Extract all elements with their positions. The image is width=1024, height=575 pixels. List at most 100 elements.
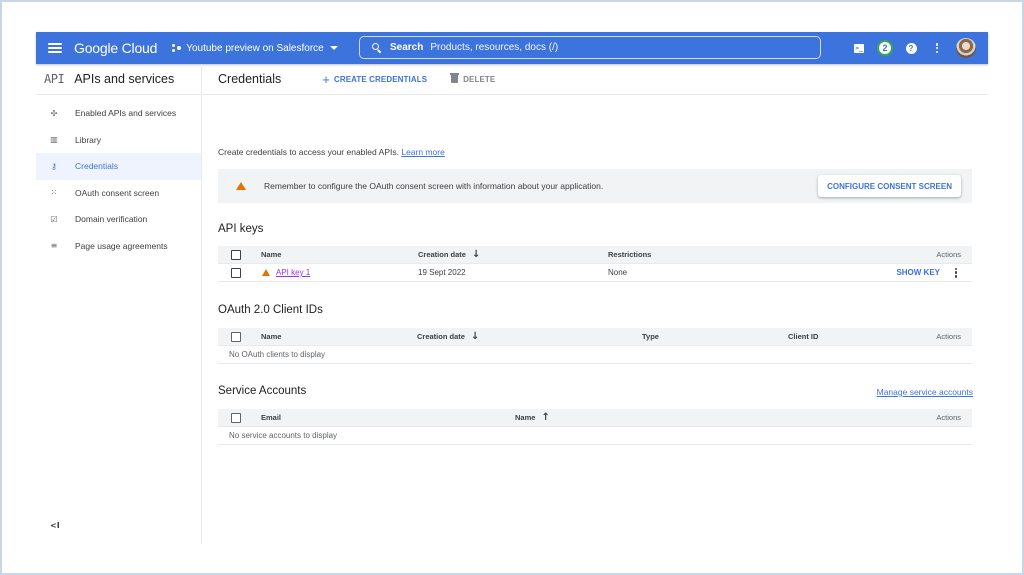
sidebar-item-label: Credentials — [75, 161, 118, 172]
sort-down-icon[interactable]: ↓ — [471, 331, 479, 342]
main-content: Credentials + CREATE CREDENTIALS DELETE … — [203, 64, 988, 544]
column-actions: Actions — [936, 413, 961, 422]
help-button[interactable]: ? — [902, 39, 920, 57]
key-icon: ⚷ — [51, 161, 57, 171]
collapse-sidebar-button[interactable]: <I — [50, 521, 60, 530]
column-actions: Actions — [936, 250, 961, 259]
learn-more-link[interactable]: Learn more — [401, 147, 444, 157]
delete-button[interactable]: DELETE — [450, 73, 496, 84]
library-icon: ▥ — [50, 135, 58, 145]
column-label: Creation date — [418, 250, 466, 259]
sidebar-item-enabled-apis[interactable]: ✣ Enabled APIs and services — [36, 100, 201, 127]
create-credentials-button[interactable]: + CREATE CREDENTIALS — [322, 73, 427, 86]
empty-message: No OAuth clients to display — [229, 350, 326, 359]
sidebar-item-library[interactable]: ▥ Library — [36, 127, 201, 154]
column-restrictions: Restrictions — [608, 250, 652, 259]
more-vert-icon[interactable] — [954, 267, 957, 278]
column-email[interactable]: Email — [261, 413, 281, 422]
column-actions: Actions — [936, 332, 961, 341]
sidebar-item-credentials[interactable]: ⚷ Credentials — [36, 153, 201, 180]
configure-consent-screen-button[interactable]: CONFIGURE CONSENT SCREEN — [818, 175, 961, 197]
sidebar-item-label: Library — [75, 134, 101, 145]
cloud-shell-button[interactable]: >_ — [850, 39, 868, 57]
sort-up-icon[interactable]: ↑ — [541, 412, 549, 423]
api-icon: API — [44, 72, 65, 86]
column-type: Type — [642, 332, 659, 341]
project-name: Youtube preview on Salesforce — [186, 42, 324, 54]
select-all-checkbox[interactable] — [231, 249, 241, 260]
column-client-id: Client ID — [788, 332, 819, 341]
column-creation-date[interactable]: Creation date ↓ — [418, 249, 480, 260]
app-window: Google Cloud Youtube preview on Salesfor… — [36, 32, 988, 544]
empty-row: No service accounts to display — [218, 427, 972, 445]
menu-icon[interactable] — [48, 43, 62, 53]
create-credentials-label: CREATE CREDENTIALS — [333, 74, 428, 84]
table-header: Email Name ↑ Actions — [218, 409, 972, 427]
page-usage-icon: ≡ — [50, 241, 58, 251]
top-bar: Google Cloud Youtube preview on Salesfor… — [36, 32, 988, 64]
sidebar-nav: ✣ Enabled APIs and services ▥ Library ⚷ … — [36, 100, 201, 259]
delete-label: DELETE — [463, 74, 496, 84]
sidebar-item-label: OAuth consent screen — [75, 187, 160, 198]
sidebar-item-label: Enabled APIs and services — [75, 108, 177, 119]
avatar[interactable] — [956, 38, 976, 58]
oauth-title: OAuth 2.0 Client IDs — [218, 304, 323, 316]
sidebar-item-label: Page usage agreements — [75, 240, 168, 251]
search-icon — [372, 42, 382, 53]
trash-icon — [450, 73, 460, 83]
terminal-icon: >_ — [854, 43, 864, 53]
banner-text: Remember to configure the OAuth consent … — [264, 181, 604, 191]
sidebar-title: APIs and services — [74, 72, 175, 86]
service-accounts-table: Email Name ↑ Actions No service accounts… — [218, 409, 972, 445]
column-name[interactable]: Name — [261, 250, 281, 259]
column-name[interactable]: Name ↑ — [515, 412, 550, 423]
sidebar: API APIs and services ✣ Enabled APIs and… — [36, 64, 202, 544]
table-header: Name Creation date ↓ Type Client ID Acti… — [218, 328, 972, 346]
select-all-checkbox[interactable] — [231, 412, 241, 423]
sidebar-item-page-usage[interactable]: ≡ Page usage agreements — [36, 233, 201, 260]
service-accounts-title: Service Accounts — [218, 385, 307, 397]
warning-icon — [236, 182, 246, 190]
column-label: Name — [515, 413, 536, 422]
creation-date-cell: 19 Sept 2022 — [418, 268, 466, 277]
select-all-checkbox[interactable] — [231, 331, 241, 342]
notification-badge: 2 — [877, 40, 893, 56]
manage-service-accounts-link[interactable]: Manage service accounts — [877, 387, 973, 397]
oauth-table: Name Creation date ↓ Type Client ID Acti… — [218, 328, 972, 364]
search-label: Search — [390, 42, 424, 53]
domain-verification-icon: ☑ — [50, 214, 58, 224]
sidebar-item-oauth-consent[interactable]: ⁙ OAuth consent screen — [36, 180, 201, 207]
api-key-link[interactable]: API key 1 — [276, 268, 310, 277]
top-bar-actions: >_ 2 ? — [842, 32, 976, 64]
warning-icon — [262, 269, 270, 276]
page-header: Credentials + CREATE CREDENTIALS DELETE — [203, 64, 988, 95]
api-keys-title: API keys — [218, 223, 264, 235]
column-name[interactable]: Name — [261, 332, 281, 341]
api-keys-table: Name Creation date ↓ Restrictions Action… — [218, 246, 972, 282]
caret-down-icon — [329, 46, 338, 50]
page-title: Credentials — [218, 72, 282, 86]
google-cloud-logo[interactable]: Google Cloud — [74, 40, 157, 56]
consent-screen-icon: ⁙ — [50, 188, 58, 198]
sort-down-icon[interactable]: ↓ — [472, 249, 480, 260]
more-vert-icon — [935, 43, 939, 53]
sidebar-header: API APIs and services — [36, 64, 201, 95]
table-row: API key 1 19 Sept 2022 None SHOW KEY — [218, 264, 972, 282]
column-creation-date[interactable]: Creation date ↓ — [417, 331, 479, 342]
sidebar-item-label: Domain verification — [75, 214, 148, 225]
intro-message: Create credentials to access your enable… — [218, 147, 399, 157]
column-label: Creation date — [417, 332, 465, 341]
search-bar[interactable]: Search Products, resources, docs (/) — [359, 36, 821, 59]
restrictions-cell: None — [608, 268, 628, 277]
sidebar-item-domain-verification[interactable]: ☑ Domain verification — [36, 206, 201, 233]
project-selector[interactable]: Youtube preview on Salesforce — [172, 43, 338, 54]
intro-text: Create credentials to access your enable… — [218, 147, 445, 157]
key-name-cell: API key 1 — [262, 268, 310, 277]
plus-icon: + — [322, 71, 330, 87]
search-placeholder: Products, resources, docs (/) — [430, 42, 559, 53]
row-checkbox[interactable] — [231, 267, 241, 278]
more-options-button[interactable] — [928, 39, 946, 57]
notifications-button[interactable]: 2 — [876, 39, 894, 57]
empty-message: No service accounts to display — [229, 431, 338, 440]
show-key-button[interactable]: SHOW KEY — [896, 268, 940, 277]
